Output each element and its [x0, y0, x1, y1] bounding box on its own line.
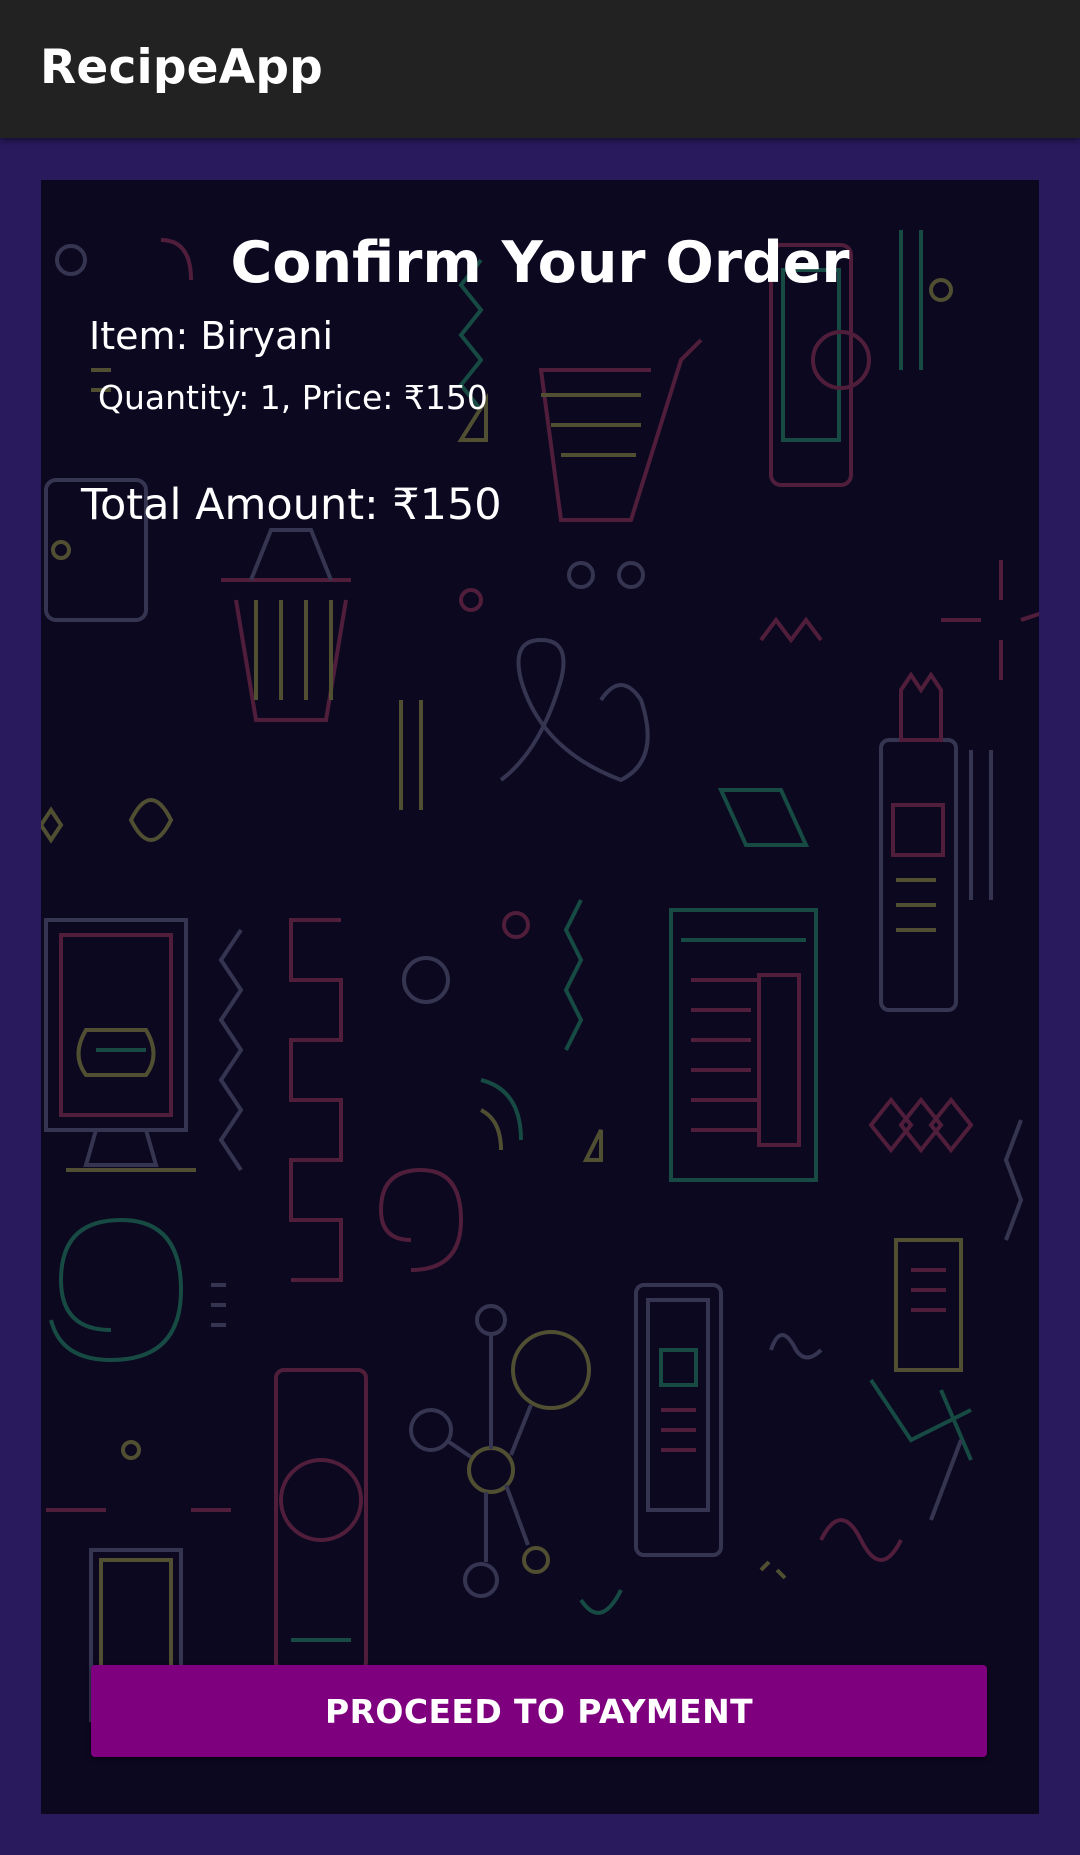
item-name-text: Item: Biryani	[89, 314, 334, 358]
app-bar: RecipeApp	[0, 0, 1080, 138]
app-title: RecipeApp	[40, 40, 324, 95]
confirm-order-heading: Confirm Your Order	[230, 230, 850, 296]
total-amount-text: Total Amount: ₹150	[81, 480, 502, 530]
proceed-to-payment-button[interactable]: PROCEED TO PAYMENT	[91, 1665, 987, 1757]
quantity-price-text: Quantity: 1, Price: ₹150	[98, 378, 488, 417]
shopping-pattern-background	[41, 230, 1039, 1722]
order-card: Confirm Your Order Item: Biryani Quantit…	[41, 180, 1039, 1814]
